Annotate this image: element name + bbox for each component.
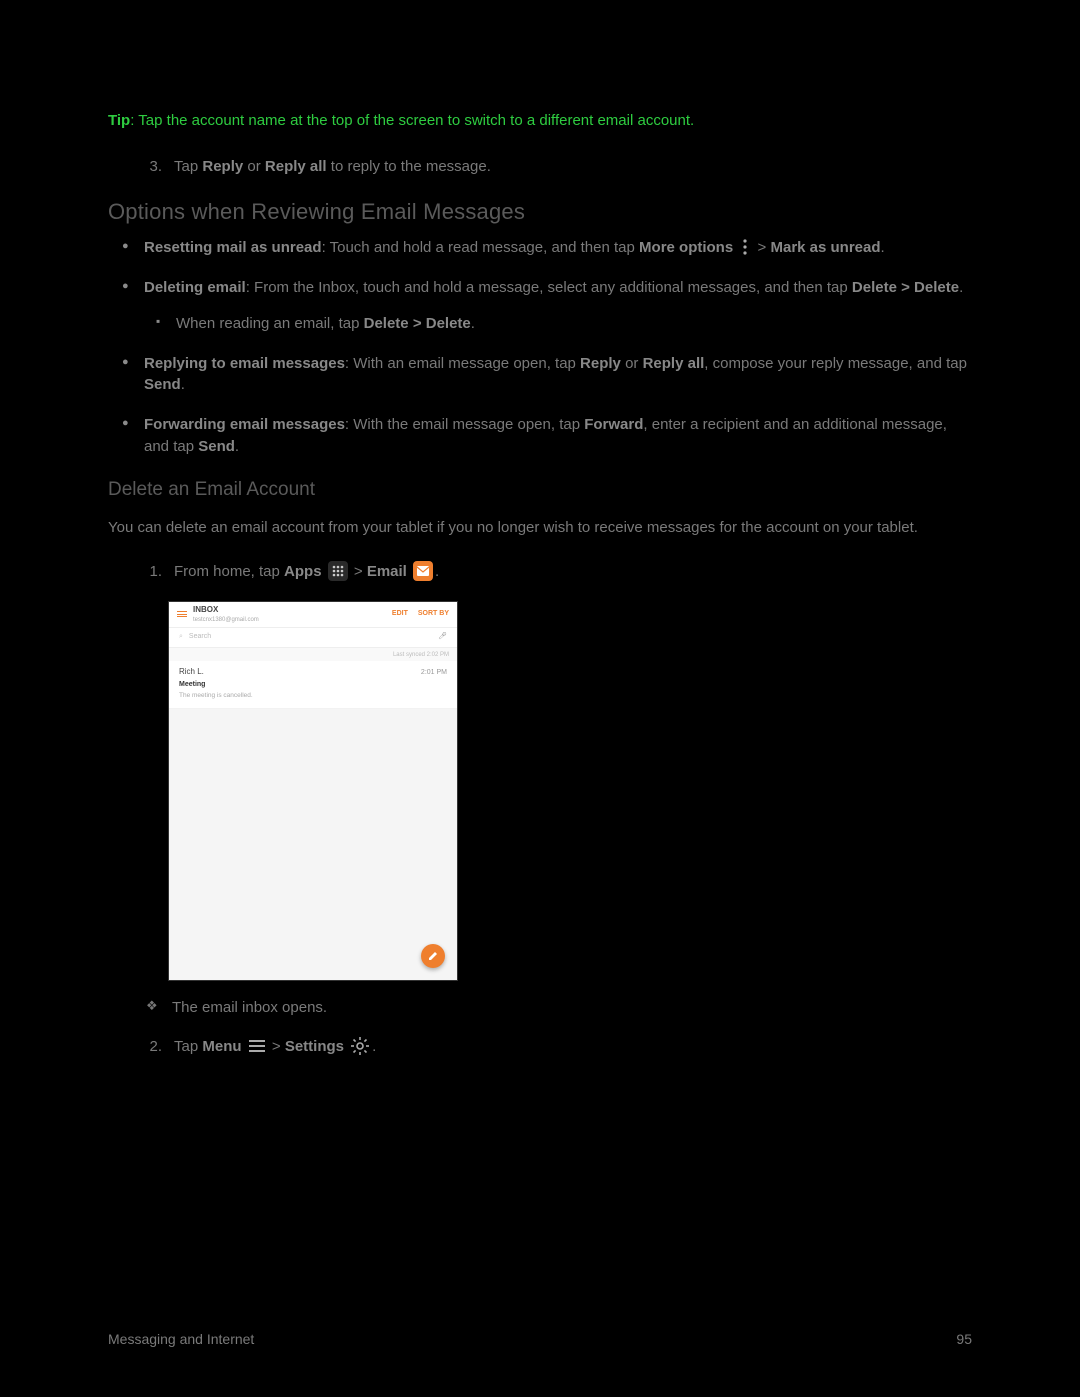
tablet-account: testcnx1380@gmail.com [193, 616, 259, 625]
t: , compose your reply message, and tap [704, 355, 967, 372]
t: Tap [174, 1038, 202, 1055]
step-1: 1. From home, tap Apps > Email . [144, 561, 972, 583]
b: Apps [284, 563, 322, 580]
t: When reading an email, tap [176, 315, 364, 332]
step-3: 3. Tap Reply or Reply all to reply to th… [144, 156, 972, 178]
apps-icon [328, 561, 348, 581]
page-footer: Messaging and Internet 95 [108, 1329, 972, 1349]
email-preview: The meeting is cancelled. [179, 691, 447, 700]
b: Reply all [643, 355, 705, 372]
search-placeholder: Search [189, 632, 211, 642]
step-2-body: Tap Menu > Settings . [174, 1036, 972, 1058]
step-1-body: From home, tap Apps > Email . [174, 561, 972, 583]
bullet-reset: Resetting mail as unread: Touch and hold… [144, 237, 972, 259]
compose-fab [421, 944, 445, 968]
t: : Touch and hold a read message, and the… [322, 239, 639, 256]
t: . [959, 279, 963, 296]
email-sender: Rich L. [179, 666, 204, 678]
b: Resetting mail as unread [144, 239, 322, 256]
tip-text: : Tap the account name at the top of the… [130, 112, 694, 129]
t: to reply to the message. [327, 158, 491, 175]
b: Deleting email [144, 279, 246, 296]
t: : With the email message open, tap [345, 416, 584, 433]
tablet-header-actions: EDIT SORT BY [392, 609, 449, 619]
t: or [621, 355, 643, 372]
search-icon: ⌕ [179, 632, 183, 642]
t: Tap [174, 158, 202, 175]
email-icon [413, 561, 433, 581]
t: . [181, 376, 185, 393]
result-inbox-opens: The email inbox opens. [172, 997, 972, 1019]
more-options-icon [739, 237, 751, 257]
heading-options: Options when Reviewing Email Messages [108, 196, 972, 228]
t: . [471, 315, 475, 332]
heading-delete-account: Delete an Email Account [108, 476, 972, 504]
step-2: 2. Tap Menu > Settings . [144, 1036, 972, 1058]
b: Send [144, 376, 181, 393]
reply-all-bold: Reply all [265, 158, 327, 175]
b: Forward [584, 416, 643, 433]
email-subject: Meeting [179, 680, 447, 690]
sub-list: When reading an email, tap Delete > Dele… [176, 313, 972, 335]
step-1-num: 1. [144, 561, 174, 583]
b: Mark as unread [770, 239, 880, 256]
t: : From the Inbox, touch and hold a messa… [246, 279, 852, 296]
t: . [435, 563, 439, 580]
t: : With an email message open, tap [345, 355, 580, 372]
b: Menu [202, 1038, 241, 1055]
menu-icon [248, 1036, 266, 1056]
footer-page-number: 95 [956, 1329, 972, 1349]
t: . [881, 239, 885, 256]
sub-delete: When reading an email, tap Delete > Dele… [176, 313, 972, 335]
step-2-num: 2. [144, 1036, 174, 1058]
tip-line: Tip: Tap the account name at the top of … [108, 110, 972, 132]
tip-label: Tip [108, 112, 130, 129]
b: Send [198, 438, 235, 455]
t: or [243, 158, 265, 175]
tablet-title-col: INBOX testcnx1380@gmail.com [193, 604, 259, 625]
footer-section: Messaging and Internet [108, 1329, 254, 1349]
t: > [268, 1038, 285, 1055]
b: Delete > Delete [364, 315, 471, 332]
tablet-search: ⌕ Search 🎤︎ [169, 628, 457, 648]
t: . [235, 438, 239, 455]
reply-bold: Reply [202, 158, 243, 175]
result-list: The email inbox opens. [172, 997, 972, 1019]
hamburger-icon [177, 611, 187, 618]
b: Settings [285, 1038, 344, 1055]
delete-account-para: You can delete an email account from you… [108, 517, 972, 539]
tablet-inbox-title: INBOX [193, 604, 259, 616]
options-list: Resetting mail as unread: Touch and hold… [144, 237, 972, 457]
t: From home, tap [174, 563, 284, 580]
bullet-reply: Replying to email messages: With an emai… [144, 353, 972, 397]
b: More options [639, 239, 733, 256]
b: Delete > Delete [852, 279, 959, 296]
step-3-num: 3. [144, 156, 174, 178]
t: > [753, 239, 770, 256]
b: Replying to email messages [144, 355, 345, 372]
tablet-sync: Last synced 2:02 PM [169, 648, 457, 662]
step-3-body: Tap Reply or Reply all to reply to the m… [174, 156, 972, 178]
t: > [350, 563, 367, 580]
tablet-header: INBOX testcnx1380@gmail.com EDIT SORT BY [169, 602, 457, 628]
b: Reply [580, 355, 621, 372]
bullet-forward: Forwarding email messages: With the emai… [144, 414, 972, 458]
email-time: 2:01 PM [421, 668, 447, 678]
b: Forwarding email messages [144, 416, 345, 433]
settings-icon [350, 1036, 370, 1056]
sort-button: SORT BY [418, 609, 449, 619]
mic-icon: 🎤︎ [438, 632, 447, 642]
bullet-delete: Deleting email: From the Inbox, touch an… [144, 277, 972, 335]
email-row: Rich L. 2:01 PM Meeting The meeting is c… [169, 661, 457, 709]
t: . [372, 1038, 376, 1055]
b: Email [367, 563, 407, 580]
tablet-screenshot: INBOX testcnx1380@gmail.com EDIT SORT BY… [168, 601, 458, 981]
edit-button: EDIT [392, 609, 408, 619]
